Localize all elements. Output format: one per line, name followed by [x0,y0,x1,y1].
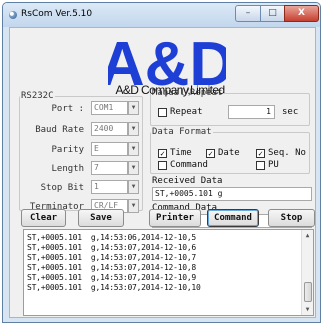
time-checkbox[interactable]: ✓ [158,149,167,158]
logo-brand-mark: A&D [108,33,226,88]
seq-no-checkbox[interactable]: ✓ [256,149,265,158]
stop-bit-label: Stop Bit [40,183,84,193]
repeat-label: Repeat [170,107,203,117]
length-select[interactable]: 7 [91,161,128,175]
maximize-button[interactable]: □ [260,5,285,22]
log-line: ST,+0005.101 g,14:53:07,2014-12-10,6 [27,243,196,252]
seq-no-label: Seq. No [268,148,306,158]
port-dropdown-icon[interactable]: ▼ [128,101,139,115]
parity-dropdown-icon[interactable]: ▼ [128,142,139,156]
baud-rate-dropdown-icon[interactable]: ▼ [128,122,139,136]
repeat-checkbox[interactable] [158,108,167,117]
port-label: Port : [51,104,84,114]
received-data-field: ST,+0005.101 g [152,187,312,201]
received-data-label: Received Data [152,176,223,186]
terminator-dropdown-icon[interactable]: ▼ [128,199,139,213]
command-format-label: Command [170,160,208,170]
window-title: RsCom Ver.5.10 [21,9,93,19]
scroll-down-icon[interactable]: ▼ [302,304,313,315]
baud-rate-label: Baud Rate [35,125,84,135]
command-button[interactable]: Command [207,209,259,227]
pu-checkbox[interactable] [256,161,265,170]
log-line: ST,+0005.101 g,14:53:07,2014-12-10,7 [27,253,196,262]
scroll-thumb[interactable] [304,282,312,302]
pu-label: PU [268,160,279,170]
parity-select[interactable]: E [91,142,128,156]
rs232c-legend: RS232C [21,91,54,101]
repeat-interval-input[interactable]: 1 [228,105,275,119]
length-label: Length [51,164,84,174]
port-select[interactable]: COM1 [91,101,128,115]
parity-label: Parity [51,145,84,155]
clear-button[interactable]: Clear [21,209,66,227]
log-line: ST,+0005.101 g,14:53:07,2014-12-10,10 [27,283,201,292]
received-log[interactable]: ST,+0005.101 g,14:53:06,2014-12-10,5 ST,… [23,229,314,316]
time-label: Time [170,148,192,158]
baud-rate-select[interactable]: 2400 [91,122,128,136]
interval-unit-label: sec [282,107,299,117]
save-button[interactable]: Save [78,209,124,227]
close-button[interactable]: X [284,5,319,22]
printer-button[interactable]: Printer [149,209,201,227]
manual-repeat-legend: Manual/Repeat [152,88,223,98]
log-scrollbar[interactable]: ▲ ▼ [301,230,313,315]
app-icon [9,11,17,19]
length-dropdown-icon[interactable]: ▼ [128,161,139,175]
stop-bit-select[interactable]: 1 [91,180,128,194]
and-logo: A&D [108,33,226,88]
log-line: ST,+0005.101 g,14:53:07,2014-12-10,9 [27,273,196,282]
date-label: Date [218,148,240,158]
app-window: RsCom Ver.5.10 – □ X A&D A&D Company,Lim… [2,2,321,323]
log-line: ST,+0005.101 g,14:53:07,2014-12-10,8 [27,263,196,272]
stop-bit-dropdown-icon[interactable]: ▼ [128,180,139,194]
data-format-legend: Data Format [152,127,212,137]
stop-button[interactable]: Stop [268,209,315,227]
date-checkbox[interactable]: ✓ [206,149,215,158]
minimize-button[interactable]: – [235,5,261,22]
log-line: ST,+0005.101 g,14:53:06,2014-12-10,5 [27,233,196,242]
command-checkbox[interactable] [158,161,167,170]
scroll-up-icon[interactable]: ▲ [302,230,313,241]
title-bar[interactable]: RsCom Ver.5.10 – □ X [3,3,320,27]
